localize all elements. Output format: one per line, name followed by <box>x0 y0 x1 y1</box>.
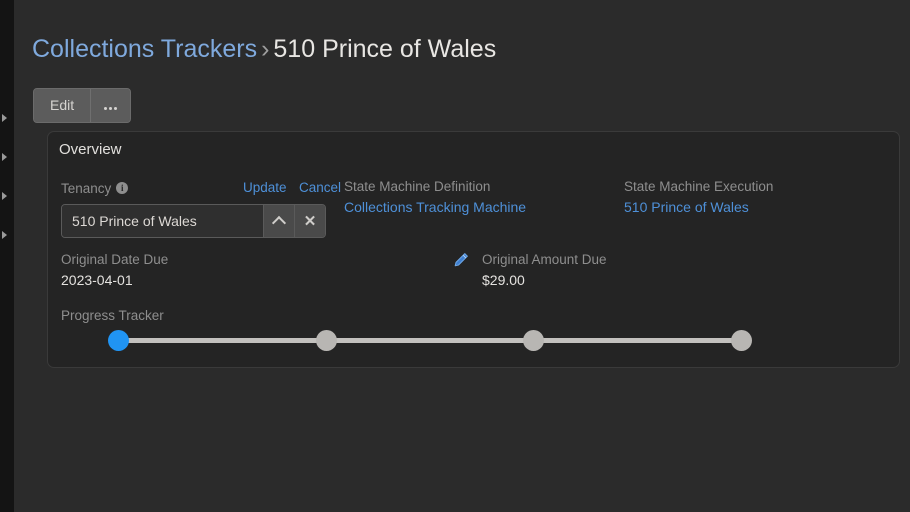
progress-tracker: Progress Tracker <box>61 308 881 351</box>
original-date-due-label: Original Date Due <box>61 252 169 267</box>
tenancy-clear-button[interactable]: ✕ <box>294 205 325 237</box>
original-amount-due-field: Original Amount Due $29.00 <box>482 252 607 288</box>
caret-right-icon[interactable] <box>2 114 7 122</box>
breadcrumb: Collections Trackers › 510 Prince of Wales <box>32 33 496 65</box>
tenancy-cancel-link[interactable]: Cancel <box>299 180 341 195</box>
progress-step-3[interactable] <box>523 330 544 351</box>
original-date-due-field: Original Date Due 2023-04-01 <box>61 252 168 288</box>
tenancy-label-row: Tenancy i Update Cancel <box>61 179 341 197</box>
state-machine-definition-label: State Machine Definition <box>344 179 491 194</box>
tenancy-dropdown-toggle-button[interactable] <box>263 205 294 237</box>
tenancy-actions: Update Cancel <box>235 179 341 197</box>
close-x-icon: ✕ <box>303 212 317 230</box>
original-amount-due-value: $29.00 <box>482 272 525 288</box>
more-actions-button[interactable] <box>90 89 131 122</box>
original-date-due-value: 2023-04-01 <box>61 272 133 288</box>
page-title: 510 Prince of Wales <box>273 35 497 63</box>
tenancy-label: Tenancy <box>61 180 112 196</box>
info-circle-icon[interactable]: i <box>116 182 129 194</box>
ellipsis-icon <box>104 92 118 122</box>
breadcrumb-parent-link[interactable]: Collections Trackers <box>32 35 257 63</box>
state-machine-execution-label: State Machine Execution <box>624 179 774 194</box>
caret-right-icon[interactable] <box>2 192 7 200</box>
left-rail <box>0 0 14 512</box>
tenancy-update-link[interactable]: Update <box>243 180 287 195</box>
tenancy-input-group: ✕ <box>61 204 326 238</box>
overview-card: Overview Tenancy i Update Cancel 510 Pri… <box>47 131 900 368</box>
caret-right-icon[interactable] <box>2 153 7 161</box>
state-machine-execution-field: State Machine Execution 510 Prince of Wa… <box>624 179 773 215</box>
breadcrumb-separator: › <box>261 35 270 63</box>
tenancy-label-wrap: Tenancy i <box>61 180 129 196</box>
tenancy-input[interactable] <box>62 205 263 237</box>
caret-right-icon[interactable] <box>2 231 7 239</box>
record-actions-button-group: Edit <box>33 88 132 123</box>
chevron-up-icon <box>271 215 287 231</box>
progress-step-2[interactable] <box>316 330 337 351</box>
state-machine-execution-link[interactable]: 510 Prince of Wales <box>624 199 773 215</box>
tenancy-field-group: Tenancy i Update Cancel ✕ <box>61 179 341 238</box>
edit-button[interactable]: Edit <box>34 89 91 122</box>
pencil-icon[interactable] <box>453 252 469 273</box>
progress-tracker-label: Progress Tracker <box>61 308 164 323</box>
state-machine-definition-link[interactable]: Collections Tracking Machine <box>344 199 526 215</box>
overview-card-title: Overview <box>59 141 122 158</box>
page-content: Collections Trackers › 510 Prince of Wales… <box>14 0 910 512</box>
progress-step-1[interactable] <box>108 330 129 351</box>
original-amount-due-label: Original Amount Due <box>482 252 607 267</box>
progress-track <box>118 338 741 343</box>
state-machine-definition-field: State Machine Definition Collections Tra… <box>344 179 526 215</box>
progress-step-4[interactable] <box>731 330 752 351</box>
